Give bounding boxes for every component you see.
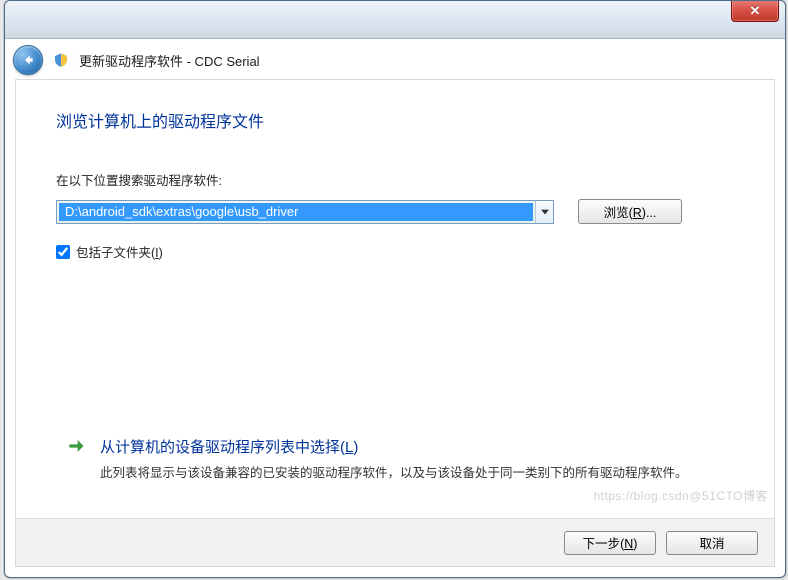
wizard-body: 浏览计算机上的驱动程序文件 在以下位置搜索驱动程序软件: D:\android_… — [15, 79, 775, 567]
shield-icon — [53, 51, 69, 69]
search-label: 在以下位置搜索驱动程序软件: — [56, 170, 734, 189]
pick-from-list-title: 从计算机的设备驱动程序列表中选择(L) — [100, 436, 688, 457]
chevron-down-icon — [541, 209, 549, 215]
dialog-footer: 下一步(N) 取消 — [16, 518, 774, 566]
dialog-title: 更新驱动程序软件 - CDC Serial — [79, 51, 260, 70]
watermark: https://blog.csdn@51CTO博客 — [593, 487, 768, 504]
pick-from-list-option[interactable]: 从计算机的设备驱动程序列表中选择(L) 此列表将显示与该设备兼容的已安装的驱动程… — [66, 436, 734, 483]
cancel-button[interactable]: 取消 — [666, 531, 758, 555]
include-subfolders-checkbox[interactable] — [56, 245, 70, 259]
include-subfolders-row[interactable]: 包括子文件夹(I) — [56, 242, 734, 261]
close-icon: ✕ — [750, 3, 761, 19]
page-heading: 浏览计算机上的驱动程序文件 — [56, 108, 734, 132]
include-subfolders-label: 包括子文件夹(I) — [76, 242, 163, 261]
arrow-left-icon — [21, 53, 35, 67]
dropdown-arrow[interactable] — [535, 201, 553, 223]
next-button[interactable]: 下一步(N) — [564, 531, 656, 555]
browse-button[interactable]: 浏览(R)... — [578, 199, 682, 224]
close-button[interactable]: ✕ — [731, 0, 779, 22]
arrow-right-icon — [66, 436, 86, 456]
path-value[interactable]: D:\android_sdk\extras\google\usb_driver — [59, 203, 533, 221]
header-row: 更新驱动程序软件 - CDC Serial — [13, 45, 777, 75]
back-button[interactable] — [13, 45, 43, 75]
dialog-window: ✕ 更新驱动程序软件 - CDC Serial 浏览计算机上的驱动程序文件 在以… — [4, 0, 786, 578]
pick-from-list-desc: 此列表将显示与该设备兼容的已安装的驱动程序软件，以及与该设备处于同一类别下的所有… — [100, 463, 688, 483]
titlebar: ✕ — [5, 1, 785, 39]
path-combobox[interactable]: D:\android_sdk\extras\google\usb_driver — [56, 200, 554, 224]
